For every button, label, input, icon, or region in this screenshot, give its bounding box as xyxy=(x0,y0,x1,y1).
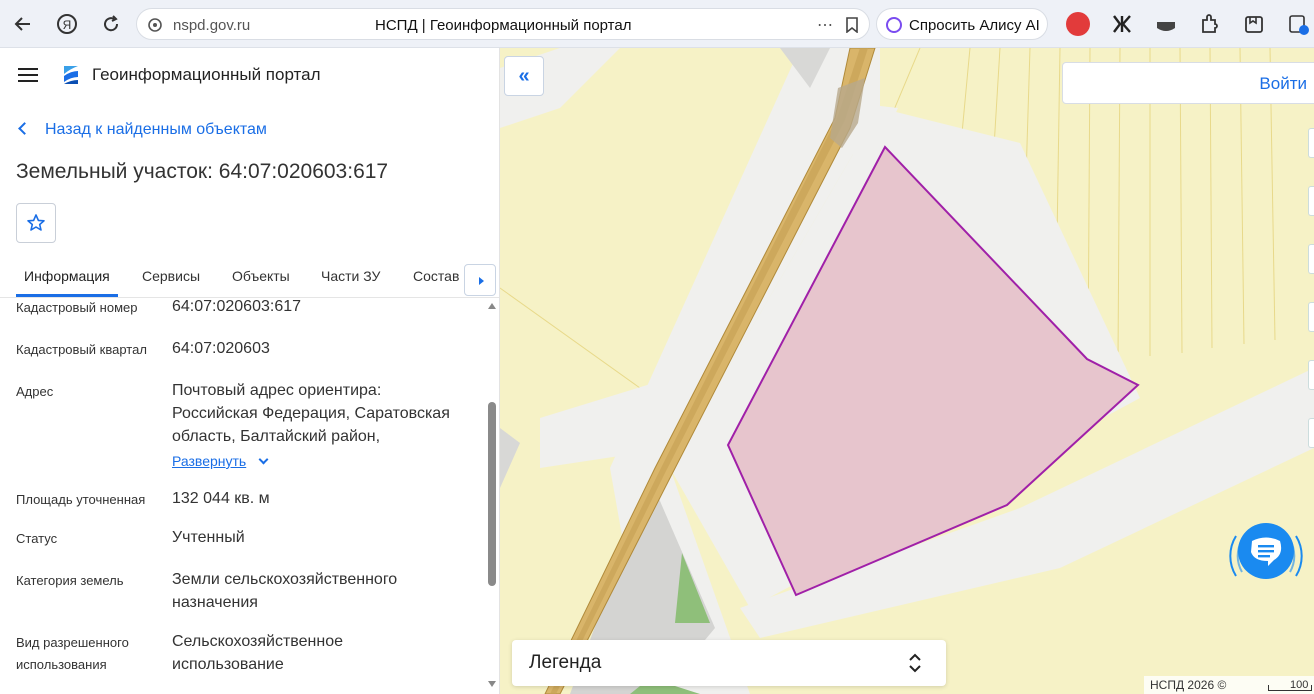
url-text: nspd.gov.ru xyxy=(173,17,251,34)
object-panel: Геоинформационный портал Назад к найденн… xyxy=(0,48,500,694)
detail-value: Сельскохозяйственное xyxy=(172,633,343,650)
active-tab-indicator xyxy=(16,294,118,297)
app-title: Геоинформационный портал xyxy=(92,65,321,84)
scroll-down-arrow-icon[interactable] xyxy=(488,681,496,687)
back-arrow-icon[interactable] xyxy=(8,9,38,39)
panel-scrollbar[interactable] xyxy=(486,299,498,694)
address-bar[interactable]: nspd.gov.ru НСПД | Геоинформационный пор… xyxy=(136,8,870,40)
login-button[interactable]: Войти xyxy=(1062,62,1314,104)
map-tool-tab xyxy=(1308,418,1314,448)
favorite-button[interactable] xyxy=(16,203,56,243)
map-tool-tab xyxy=(1308,128,1314,158)
address-line: Почтовый адрес ориентира: xyxy=(172,382,382,399)
menu-icon[interactable] xyxy=(18,68,38,82)
updown-chevron-icon xyxy=(909,653,921,673)
site-info-icon[interactable] xyxy=(147,17,163,33)
chevron-left-icon xyxy=(18,122,31,135)
yandex-icon[interactable]: Я xyxy=(52,9,82,39)
extension-k-icon[interactable] xyxy=(1110,12,1134,36)
browser-toolbar: Я nspd.gov.ru НСПД | Геоинформационный п… xyxy=(0,0,1314,48)
details-list: Кадастровый номер 64:07:020603:617 Кадас… xyxy=(0,299,486,694)
extensions-puzzle-icon[interactable] xyxy=(1198,12,1222,36)
page-title: Земельный участок: 64:07:020603:617 xyxy=(16,160,389,183)
detail-label: Кадастровый квартал xyxy=(16,342,147,357)
map-canvas[interactable] xyxy=(500,48,1314,694)
collapse-panel-button[interactable]: « xyxy=(504,56,544,96)
detail-label: Площадь уточненная xyxy=(16,492,146,507)
address-line: область, Балтайский район, xyxy=(172,428,381,445)
tab-composition[interactable]: Состав xyxy=(413,268,459,284)
scroll-thumb[interactable] xyxy=(488,402,496,586)
alisa-label: Спросить Алису AI xyxy=(909,17,1040,34)
tab-services[interactable]: Сервисы xyxy=(142,268,200,284)
map-tool-tab xyxy=(1308,186,1314,216)
detail-value: 64:07:020603 xyxy=(172,340,270,357)
more-icon[interactable]: ⋯ xyxy=(817,15,833,35)
collections-icon[interactable] xyxy=(1242,12,1266,36)
reload-icon[interactable] xyxy=(96,9,126,39)
detail-label: Категория земель xyxy=(16,573,124,588)
detail-label: Кадастровый номер xyxy=(16,300,138,315)
legend-dropdown[interactable]: Легенда xyxy=(512,640,946,686)
map-tool-tab xyxy=(1308,360,1314,390)
detail-value: Учтенный xyxy=(172,529,245,546)
alisa-icon xyxy=(886,17,902,33)
expand-address-link[interactable]: Развернуть xyxy=(172,450,478,473)
detail-label: Статус xyxy=(16,531,58,546)
scale-label: 100 xyxy=(1290,679,1309,691)
back-to-results-link[interactable]: Назад к найденным объектам xyxy=(18,121,267,139)
tab-bar: Информация Сервисы Объекты Части ЗУ Сост… xyxy=(0,258,499,298)
map-copyright: НСПД 2026 © 100 xyxy=(1144,676,1314,694)
map-tool-tab xyxy=(1308,244,1314,274)
chat-button[interactable] xyxy=(1224,514,1308,598)
portal-logo-icon xyxy=(60,63,82,87)
detail-label: Адрес xyxy=(16,384,54,399)
detail-value: Земли сельскохозяйственного xyxy=(172,571,398,588)
detail-value: использование xyxy=(172,656,284,673)
detail-label: Вид разрешенного xyxy=(16,635,129,650)
yandex-letter: Я xyxy=(63,18,72,32)
tab-objects[interactable]: Объекты xyxy=(232,268,290,284)
detail-value: назначения xyxy=(172,594,258,611)
legend-label: Легенда xyxy=(529,652,602,673)
detail-value: 132 044 кв. м xyxy=(172,490,270,507)
extension-shield-icon[interactable] xyxy=(1154,12,1178,36)
detail-label: использования xyxy=(16,657,107,672)
back-label: Назад к найденным объектам xyxy=(45,121,267,138)
alisa-button[interactable]: Спросить Алису AI xyxy=(876,8,1048,40)
bookmark-icon[interactable] xyxy=(845,17,859,33)
star-icon xyxy=(27,214,45,231)
expand-label: Развернуть xyxy=(172,453,247,469)
detail-value: 64:07:020603:617 xyxy=(172,299,302,315)
map-view[interactable]: « Войти Легенда НСПД 2026 © 100 xyxy=(500,48,1314,694)
login-label: Войти xyxy=(1259,74,1307,93)
tab-title: НСПД | Геоинформационный портал xyxy=(375,17,632,34)
tab-parts[interactable]: Части ЗУ xyxy=(321,268,380,284)
chevron-down-icon xyxy=(258,454,269,465)
map-tool-tab xyxy=(1308,302,1314,332)
profile-icon[interactable] xyxy=(1286,12,1314,36)
address-line: Российская Федерация, Саратовская xyxy=(172,405,450,422)
tabs-scroll-right-button[interactable] xyxy=(464,264,496,296)
map-tools-strip[interactable] xyxy=(1308,128,1314,528)
tab-info[interactable]: Информация xyxy=(24,268,110,284)
scroll-up-arrow-icon[interactable] xyxy=(488,303,496,309)
copyright-text: НСПД 2026 © xyxy=(1150,678,1227,692)
adblock-icon[interactable] xyxy=(1066,12,1090,36)
